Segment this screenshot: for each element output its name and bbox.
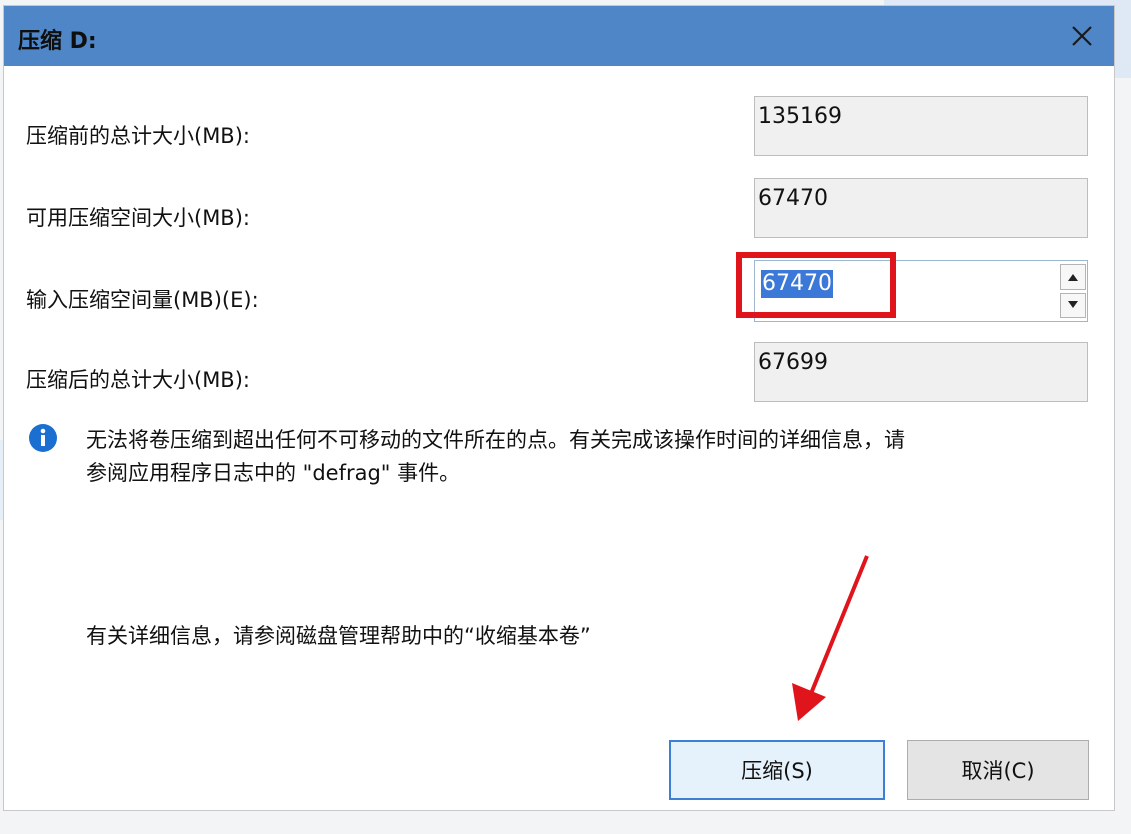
available-space-field: 67470 [754,178,1088,238]
dialog-title: 压缩 D: [18,29,97,54]
shrink-amount-value[interactable]: 67470 [761,270,833,298]
total-after-field: 67699 [754,342,1088,402]
title-bar: 压缩 D: [4,6,1114,66]
info-message: 无法将卷压缩到超出任何不可移动的文件所在的点。有关完成该操作时间的详细信息，请 … [86,424,1096,490]
info-message-line-1: 无法将卷压缩到超出任何不可移动的文件所在的点。有关完成该操作时间的详细信息，请 [86,428,905,452]
triangle-up-icon [1068,273,1078,281]
close-button[interactable] [1060,14,1104,58]
total-before-label: 压缩前的总计大小(MB): [26,124,250,148]
shrink-volume-dialog: 压缩 D: 压缩前的总计大小(MB): 135169 可用压缩空间大小(MB):… [4,6,1114,810]
cancel-button[interactable]: 取消(C) [907,740,1089,800]
close-icon [1072,26,1092,46]
total-before-field: 135169 [754,96,1088,156]
shrink-button[interactable]: 压缩(S) [669,740,885,800]
info-message-line-2: 参阅应用程序日志中的 "defrag" 事件。 [86,461,461,485]
available-space-label: 可用压缩空间大小(MB): [26,206,250,230]
shrink-amount-input[interactable]: 67470 [754,260,1088,322]
total-after-label: 压缩后的总计大小(MB): [26,368,250,392]
help-text: 有关详细信息，请参阅磁盘管理帮助中的“收缩基本卷” [86,624,591,648]
stepper-up-button[interactable] [1060,264,1086,290]
shrink-amount-label: 输入压缩空间量(MB)(E): [26,288,259,312]
red-arrow-annotation [792,555,869,721]
shrink-amount-stepper [1060,264,1086,318]
triangle-down-icon [1068,301,1078,309]
stepper-down-button[interactable] [1060,292,1086,318]
info-icon [29,424,57,452]
